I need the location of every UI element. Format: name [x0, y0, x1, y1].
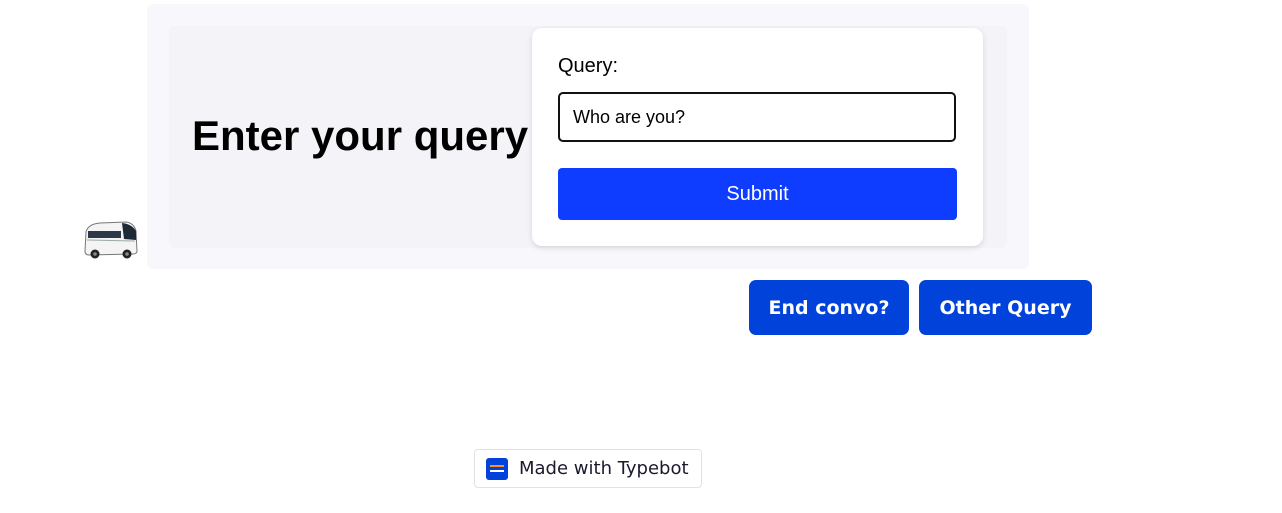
- other-query-button[interactable]: Other Query: [919, 280, 1092, 335]
- query-label: Query:: [558, 55, 619, 77]
- submit-button[interactable]: Submit: [558, 168, 957, 220]
- bot-message-bubble: Enter your query Query: Submit: [147, 4, 1029, 269]
- chat-window: Enter your query Query: Submit End convo…: [0, 0, 1282, 513]
- typebot-logo-icon: [486, 457, 508, 480]
- end-convo-button[interactable]: End convo?: [749, 280, 909, 335]
- query-form-card: Query: Submit: [532, 28, 983, 246]
- badge-label: Made with Typebot: [519, 458, 689, 479]
- bus-avatar-icon: [84, 221, 138, 259]
- query-input[interactable]: [558, 92, 956, 142]
- made-with-typebot-badge[interactable]: Made with Typebot: [474, 449, 702, 488]
- page-title: Enter your query: [192, 112, 529, 159]
- embedded-form-frame: Enter your query Query: Submit: [169, 26, 1007, 248]
